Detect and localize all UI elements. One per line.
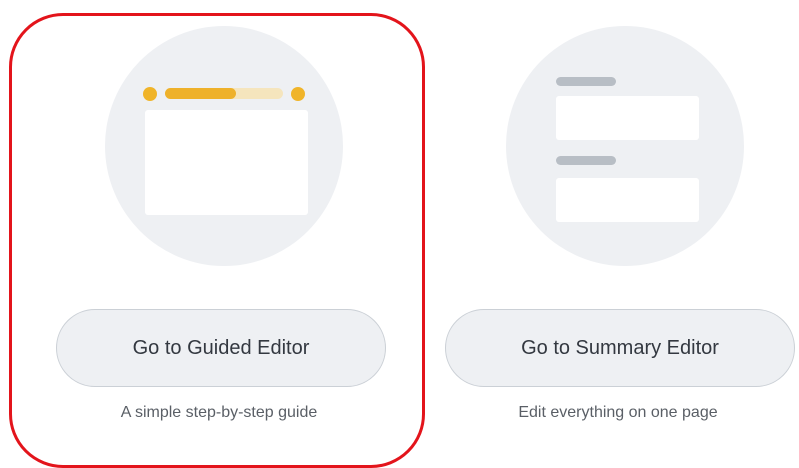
section-heading-line: [556, 77, 616, 86]
summary-editor-caption: Edit everything on one page: [518, 404, 718, 421]
go-to-summary-editor-button[interactable]: Go to Summary Editor: [445, 309, 795, 387]
summary-section-card: [556, 96, 699, 140]
summary-section-card: [556, 178, 699, 222]
summary-editor-illustration-icon: [506, 26, 744, 266]
section-heading-line: [556, 156, 616, 165]
summary-editor-option[interactable]: Go to Summary Editor Edit everything on …: [417, 0, 797, 453]
selection-highlight-frame: [9, 13, 425, 468]
